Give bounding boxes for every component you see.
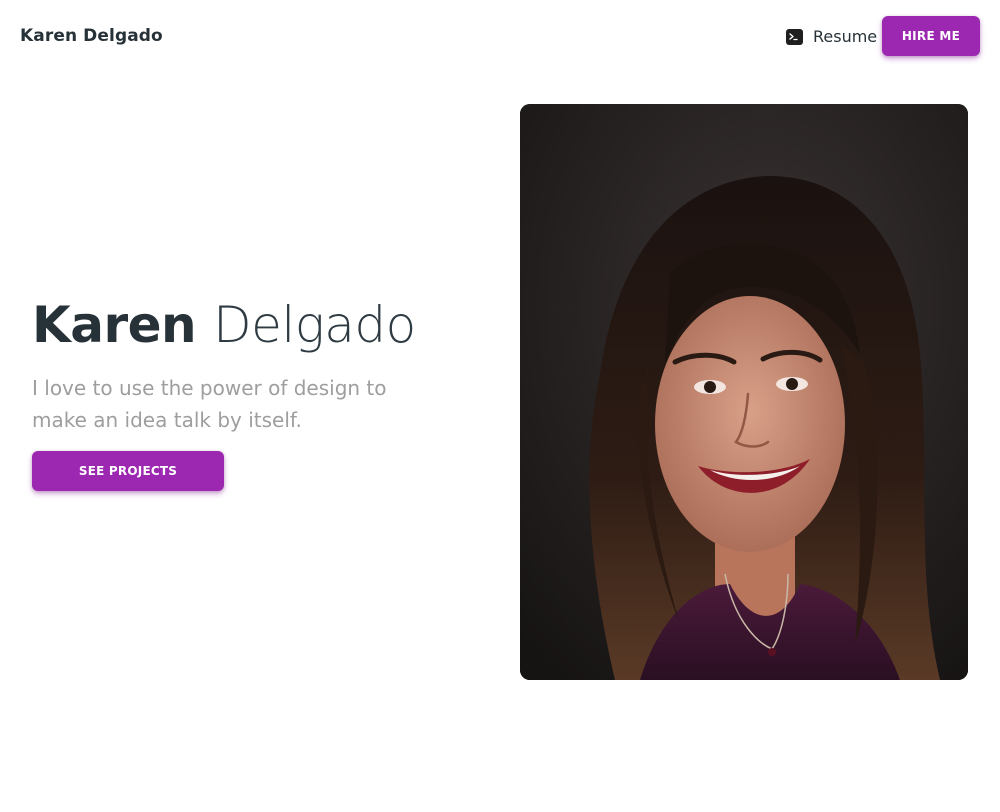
brand-name[interactable]: Karen Delgado	[20, 25, 163, 47]
resume-label: Resume	[813, 27, 878, 46]
hero-last-name: Delgado	[213, 296, 416, 354]
hero-first-name: Karen	[32, 296, 197, 354]
portrait-photo	[520, 104, 968, 680]
hero-tagline: I love to use the power of design to mak…	[32, 376, 387, 432]
top-nav: Karen Delgado Resume HIRE ME	[0, 0, 1000, 72]
hero-name: Karen Delgado	[32, 295, 416, 355]
hire-me-button[interactable]: HIRE ME	[882, 16, 980, 56]
see-projects-button[interactable]: SEE PROJECTS	[32, 451, 224, 491]
resume-link[interactable]: Resume	[786, 25, 877, 49]
page: Karen Delgado Resume HIRE ME Karen Delga…	[0, 0, 1000, 812]
terminal-icon	[786, 29, 803, 45]
